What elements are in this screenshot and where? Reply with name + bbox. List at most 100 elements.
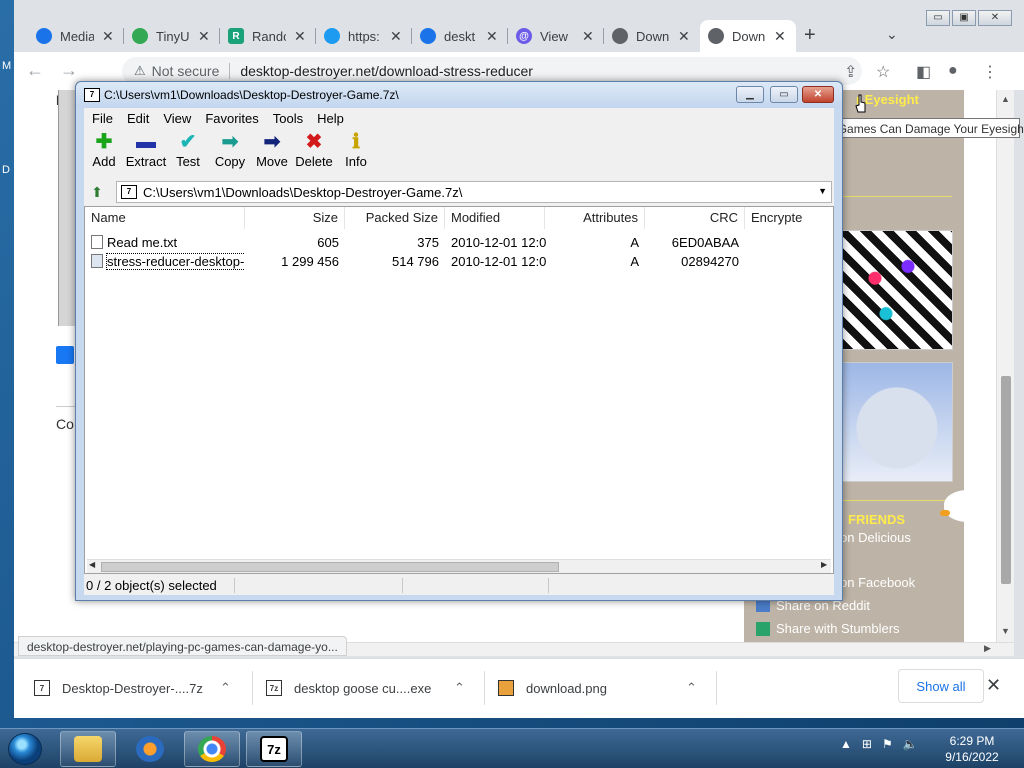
clock[interactable]: 6:29 PM 9/16/2022 [930,733,1014,765]
file-row[interactable]: Read me.txt 605 375 2010-12-01 12:06 A 6… [85,233,833,252]
close-tab-icon[interactable]: ✕ [678,28,690,45]
explorer-taskbar-button[interactable] [60,731,116,767]
tab-media[interactable]: Media ✕ [28,20,124,52]
7zip-taskbar-button[interactable]: 7z [246,731,302,767]
path-combobox[interactable]: 7 C:\Users\vm1\Downloads\Desktop-Destroy… [116,181,832,203]
menu-tools[interactable]: Tools [273,111,303,126]
scrollbar-thumb[interactable] [101,562,559,572]
start-button[interactable] [8,733,42,765]
close-downloads-icon[interactable]: ✕ [986,675,1001,696]
dropdown-arrow-icon[interactable]: ▼ [818,186,827,196]
copy-button[interactable]: ➡ Copy [208,130,252,169]
info-button[interactable]: ℹ Info [334,130,378,169]
tray-expand-icon[interactable]: ▲ [840,737,852,751]
menu-file[interactable]: File [92,111,113,126]
column-header-encrypted[interactable]: Encrypte [745,207,833,229]
close-tab-icon[interactable]: ✕ [102,28,114,45]
back-button[interactable]: ← [26,60,44,81]
test-button[interactable]: ✔ Test [166,130,210,169]
maximize-button[interactable]: ▣ [952,10,976,26]
forward-button[interactable]: → [60,60,78,81]
chrome-taskbar-button[interactable] [184,731,240,767]
text-file-icon [91,235,103,249]
network-icon[interactable]: ⊞ [862,737,872,751]
tab-tinyurl[interactable]: TinyU ✕ [124,20,220,52]
game-screenshot-1[interactable] [841,230,953,350]
scroll-right-icon[interactable]: ▶ [821,560,827,569]
close-tab-icon[interactable]: ✕ [486,28,498,45]
close-tab-icon[interactable]: ✕ [582,28,594,45]
delete-button[interactable]: ✖ Delete [292,130,336,169]
column-header-name[interactable]: Name [85,207,245,229]
show-all-button[interactable]: Show all [898,669,984,703]
extract-button[interactable]: ▬ Extract [124,130,168,169]
column-header-modified[interactable]: Modified [445,207,545,229]
download-item-exe[interactable]: 7z desktop goose cu....exe ⌃ [266,673,476,703]
tab-search-button[interactable]: ⌄ [886,26,898,43]
menu-edit[interactable]: Edit [127,111,149,126]
scroll-down-icon[interactable]: ▼ [1001,626,1010,636]
7zip-client-area: File Edit View Favorites Tools Help ✚ Ad… [84,108,834,595]
bookmark-star-icon[interactable]: ☆ [876,62,890,82]
share-delicious-link[interactable]: on Delicious [840,530,911,545]
column-header-crc[interactable]: CRC [645,207,745,229]
column-header-packed-size[interactable]: Packed Size [345,207,445,229]
close-tab-icon[interactable]: ✕ [294,28,306,45]
delete-icon: ✖ [305,131,323,153]
column-header-size[interactable]: Size [245,207,345,229]
file-row[interactable]: stress-reducer-desktop-... 1 299 456 514… [85,252,833,271]
chevron-up-icon[interactable]: ⌃ [220,680,231,696]
close-tab-icon[interactable]: ✕ [198,28,210,45]
scroll-left-icon[interactable]: ◀ [89,560,95,569]
add-button[interactable]: ✚ Add [82,130,126,169]
share-facebook-link[interactable]: on Facebook [840,575,915,590]
action-center-icon[interactable]: ⚑ [882,737,893,751]
download-item-png[interactable]: download.png ⌃ [498,673,708,703]
cloud-icon [36,28,52,44]
vertical-scrollbar[interactable]: ▲ ▼ [996,90,1014,642]
move-button[interactable]: ➡ Move [250,130,294,169]
minimize-button[interactable]: ▁ [736,86,764,103]
share-stumbleupon-link[interactable]: Share with Stumblers [776,621,900,636]
tab-download[interactable]: Down ✕ [604,20,700,52]
chevron-up-icon[interactable]: ⌃ [454,680,465,696]
menu-icon[interactable]: ⋮ [982,62,998,82]
7zip-titlebar[interactable]: 7 C:\Users\vm1\Downloads\Desktop-Destroy… [76,82,842,108]
tab-twitter[interactable]: https: ✕ [316,20,412,52]
maximize-button[interactable]: ▭ [770,86,798,103]
file-list-horizontal-scrollbar[interactable]: ◀ ▶ [87,559,831,573]
at-icon: @ [516,28,532,44]
comments-fragment: Co [56,416,74,432]
tab-download-active[interactable]: Down ✕ [700,20,796,52]
sidebar-link-eyesight[interactable]: r Eyesight [856,92,996,107]
close-button[interactable]: ✕ [802,86,834,103]
menu-help[interactable]: Help [317,111,344,126]
scroll-right-icon[interactable]: ▶ [984,643,991,654]
test-icon: ✔ [179,131,197,153]
side-panel-icon[interactable]: ◧ [916,62,931,82]
menu-favorites[interactable]: Favorites [205,111,258,126]
volume-icon[interactable]: 🔈 [903,737,918,751]
tab-view[interactable]: @ View ✕ [508,20,604,52]
share-icon[interactable]: ⇪ [844,62,857,82]
scrollbar-thumb[interactable] [1001,376,1011,584]
close-tab-icon[interactable]: ✕ [390,28,402,45]
new-tab-button[interactable]: + [804,24,816,47]
download-item-7z[interactable]: 7 Desktop-Destroyer-....7z ⌃ [34,673,244,703]
tab-random[interactable]: R Rando ✕ [220,20,316,52]
close-tab-icon[interactable]: ✕ [774,28,786,45]
profile-icon[interactable]: ● [948,62,958,80]
close-button[interactable]: ✕ [978,10,1012,26]
column-header-attributes[interactable]: Attributes [545,207,645,229]
folder-up-icon[interactable]: ⬆ [86,182,108,202]
media-player-taskbar-button[interactable] [122,731,178,767]
game-screenshot-2[interactable] [841,362,953,482]
info-label: Info [345,154,367,169]
tab-desktop[interactable]: deskt ✕ [412,20,508,52]
scroll-up-icon[interactable]: ▲ [1001,94,1010,104]
chevron-up-icon[interactable]: ⌃ [686,680,697,696]
facebook-like-icon[interactable] [56,346,74,364]
menu-view[interactable]: View [163,111,191,126]
url-text[interactable]: desktop-destroyer.net/download-stress-re… [240,63,533,79]
minimize-button[interactable]: ▭ [926,10,950,26]
